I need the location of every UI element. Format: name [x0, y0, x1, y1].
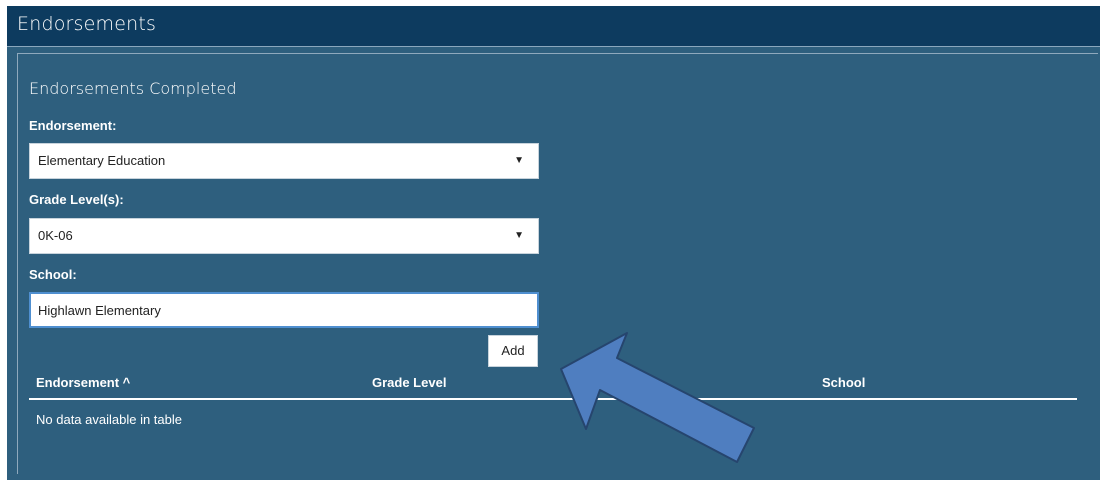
endorsement-select-value: Elementary Education [38, 153, 166, 168]
caret-down-icon: ▼ [514, 230, 524, 241]
grade-level-label: Grade Level(s): [29, 192, 124, 207]
page-margin [0, 0, 7, 480]
caret-down-icon: ▼ [514, 155, 524, 166]
section-title: Endorsements Completed [29, 79, 237, 98]
school-input[interactable] [29, 292, 539, 328]
panel-header: Endorsements [7, 6, 1100, 47]
column-header-school[interactable]: School [822, 375, 865, 390]
endorsement-label: Endorsement: [29, 118, 117, 133]
panel-title: Endorsements [17, 13, 157, 35]
column-header-endorsement[interactable]: Endorsement ^ [36, 375, 130, 390]
grade-level-select[interactable]: 0K-06 ▼ [29, 218, 539, 254]
endorsement-select[interactable]: Elementary Education ▼ [29, 143, 539, 179]
table-header-divider [29, 398, 1077, 400]
form-container [17, 53, 1098, 474]
table-empty-message: No data available in table [36, 412, 182, 427]
grade-level-select-value: 0K-06 [38, 228, 73, 243]
add-button[interactable]: Add [488, 335, 538, 367]
school-label: School: [29, 267, 77, 282]
column-header-grade-level[interactable]: Grade Level [372, 375, 446, 390]
